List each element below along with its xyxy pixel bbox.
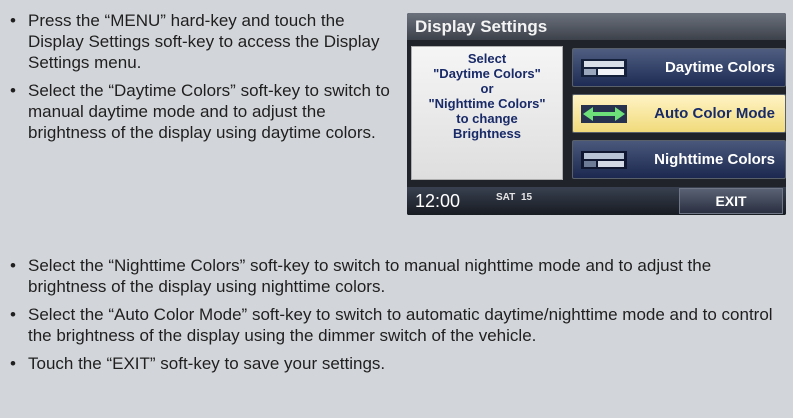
bullet-marker: • [10,305,16,324]
daytime-colors-label: Daytime Colors [664,59,775,76]
screen-instruction-line: "Daytime Colors" [433,66,541,81]
exit-button[interactable]: EXIT [679,188,783,214]
screen-instruction-line: Brightness [453,126,521,141]
auto-color-mode-button[interactable]: Auto Color Mode [572,94,786,133]
screen-instruction-line: "Nighttime Colors" [428,96,546,111]
auto-color-mode-label: Auto Color Mode [654,105,775,122]
screen-instruction-panel: Select "Daytime Colors" or "Nighttime Co… [411,46,563,180]
screen-instruction-line: Select [467,51,507,66]
instructions-bottom-list: • Select the “Nighttime Colors” soft-key… [6,255,788,381]
display-settings-screen: Display Settings Select "Daytime Colors"… [407,13,786,215]
bullet-marker: • [10,81,16,100]
sat-channel-number: 15 [521,192,533,203]
screen-instruction-line: to change [456,111,518,126]
nighttime-colors-label: Nighttime Colors [654,151,775,168]
instruction-step-menu: • Press the “MENU” hard-key and touch th… [6,10,396,73]
instruction-step-daytime: • Select the “Daytime Colors” soft-key t… [6,80,396,143]
instructions-top-list: • Press the “MENU” hard-key and touch th… [6,10,396,150]
bullet-marker: • [10,256,16,275]
instruction-step-auto: • Select the “Auto Color Mode” soft-key … [6,304,788,346]
clock-display: 12:00 [415,191,461,211]
instruction-step-exit: • Touch the “EXIT” soft-key to save your… [6,353,788,374]
auto-color-arrows-icon [581,105,627,123]
nighttime-colors-button[interactable]: Nighttime Colors [572,140,786,179]
bullet-marker: • [10,11,16,30]
instruction-text: Select the “Daytime Colors” soft-key to … [28,81,390,142]
nighttime-display-icon [581,151,627,169]
screen-title: Display Settings [407,13,786,40]
status-bar: 12:00 SAT 15 EXIT [407,187,786,215]
instruction-text: Select the “Nighttime Colors” soft-key t… [28,256,712,296]
daytime-display-icon [581,59,627,77]
daytime-colors-button[interactable]: Daytime Colors [572,48,786,87]
screen-instruction-line: or [480,81,494,96]
instruction-text: Touch the “EXIT” soft-key to save your s… [28,354,386,373]
instruction-text: Press the “MENU” hard-key and touch the … [28,11,380,72]
bullet-marker: • [10,354,16,373]
instruction-text: Select the “Auto Color Mode” soft-key to… [28,305,773,345]
instruction-step-nighttime: • Select the “Nighttime Colors” soft-key… [6,255,788,297]
sat-band-label: SAT [496,192,516,203]
